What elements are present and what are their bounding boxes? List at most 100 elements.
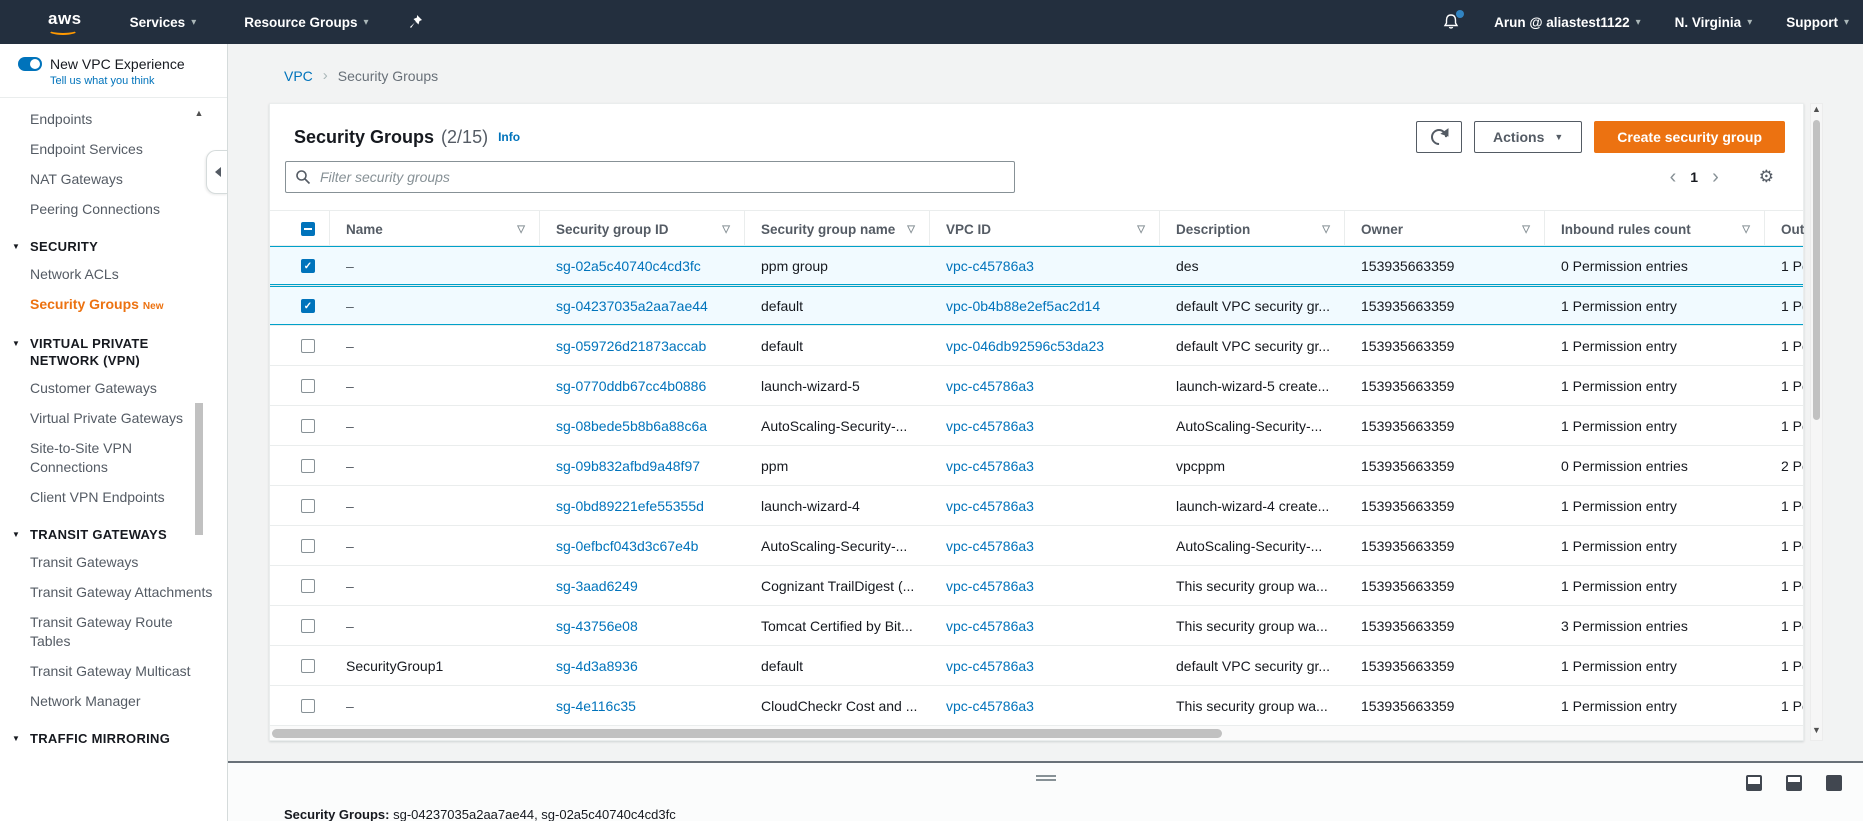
cell-vpc-id-link[interactable]: vpc-c45786a3 (930, 606, 1160, 646)
sidebar-section-traffic-mirroring[interactable]: ▼TRAFFIC MIRRORING (0, 716, 227, 751)
cell-description: This security group wa... (1160, 566, 1345, 606)
column-header-owner: Owner▽ (1345, 211, 1545, 247)
cell-outbound-rules-count: 2 Permission entries (1765, 446, 1803, 486)
cell-vpc-id-link[interactable]: vpc-c45786a3 (930, 366, 1160, 406)
cell-security-group-id-link[interactable]: sg-059726d21873accab (540, 326, 745, 366)
services-menu[interactable]: Services ▾ (130, 15, 197, 30)
cell-security-group-id-link[interactable]: sg-3aad6249 (540, 566, 745, 606)
next-page-button[interactable]: › (1712, 167, 1719, 187)
previous-page-button[interactable]: ‹ (1670, 167, 1677, 187)
panel-size-medium-icon[interactable] (1786, 775, 1802, 791)
region-menu[interactable]: N. Virginia ▾ (1675, 15, 1753, 30)
cell-inbound-rules-count: 1 Permission entry (1545, 566, 1765, 606)
cell-security-group-id-link[interactable]: sg-0efbcf043d3c67e4b (540, 526, 745, 566)
cell-vpc-id-link[interactable]: vpc-c45786a3 (930, 406, 1160, 446)
cell-outbound-rules-count: 1 Permission entry (1765, 366, 1803, 406)
row-select-cell (270, 646, 330, 686)
sidebar-item-transit-gateway-route-tables[interactable]: Transit Gateway Route Tables (0, 607, 227, 656)
resource-groups-menu[interactable]: Resource Groups ▾ (244, 15, 368, 30)
sidebar-item-transit-gateway-attachments[interactable]: Transit Gateway Attachments (0, 577, 227, 607)
scroll-up-icon[interactable]: ▲ (193, 108, 205, 118)
refresh-button[interactable] (1416, 121, 1462, 153)
row-checkbox[interactable] (301, 659, 315, 673)
cell-security-group-id-link[interactable]: sg-4e116c35 (540, 686, 745, 724)
breadcrumb-vpc-link[interactable]: VPC (284, 68, 313, 84)
cell-vpc-id-link[interactable]: vpc-c45786a3 (930, 646, 1160, 686)
sort-icon[interactable]: ▽ (722, 224, 730, 235)
panel-size-large-icon[interactable] (1826, 775, 1842, 791)
search-icon (295, 169, 311, 185)
cell-vpc-id-link[interactable]: vpc-c45786a3 (930, 446, 1160, 486)
aws-logo[interactable]: aws (48, 9, 82, 35)
sort-icon[interactable]: ▽ (907, 224, 915, 235)
vertical-scroll-thumb[interactable] (1813, 120, 1820, 420)
cell-security-group-id-link[interactable]: sg-09b832afbd9a48f97 (540, 446, 745, 486)
cell-name: – (330, 526, 540, 566)
cell-vpc-id-link[interactable]: vpc-046db92596c53da23 (930, 326, 1160, 366)
cell-inbound-rules-count: 1 Permission entry (1545, 526, 1765, 566)
select-all-checkbox[interactable] (301, 222, 315, 236)
column-label: Outbound rules count (1781, 222, 1805, 237)
sort-icon[interactable]: ▽ (1742, 224, 1750, 235)
tell-us-link[interactable]: Tell us what you think (50, 75, 215, 87)
row-checkbox[interactable] (301, 459, 315, 473)
cell-security-group-id-link[interactable]: sg-02a5c40740c4cd3fc (540, 246, 745, 286)
cell-security-group-id-link[interactable]: sg-43756e08 (540, 606, 745, 646)
cell-security-group-id-link[interactable]: sg-04237035a2aa7ae44 (540, 286, 745, 326)
cell-outbound-rules-count: 1 Permission entry (1765, 326, 1803, 366)
sidebar-collapse-handle[interactable] (206, 150, 228, 194)
cell-security-group-id-link[interactable]: sg-08bede5b8b6a88c6a (540, 406, 745, 446)
actions-button[interactable]: Actions ▼ (1474, 121, 1582, 153)
scroll-up-icon[interactable]: ▲ (1811, 104, 1822, 118)
cell-security-group-id-link[interactable]: sg-4d3a8936 (540, 646, 745, 686)
pagination: ‹ 1 › ⚙ (1670, 167, 1774, 187)
row-checkbox[interactable] (301, 539, 315, 553)
cell-security-group-id-link[interactable]: sg-0770ddb67cc4b0886 (540, 366, 745, 406)
sidebar-scroll-thumb[interactable] (195, 403, 203, 535)
cell-name: – (330, 446, 540, 486)
sidebar-scrollbar[interactable]: ▲ (193, 108, 205, 535)
horizontal-scroll-thumb[interactable] (272, 729, 1222, 738)
row-select-cell (270, 406, 330, 446)
cell-vpc-id-link[interactable]: vpc-c45786a3 (930, 526, 1160, 566)
support-menu[interactable]: Support ▾ (1786, 15, 1849, 30)
row-checkbox[interactable] (301, 339, 315, 353)
panel-size-small-icon[interactable] (1746, 775, 1762, 791)
panel-header: Security Groups (2/15) Info Actions ▼ Cr… (294, 116, 1785, 158)
row-checkbox[interactable] (301, 259, 315, 273)
cell-owner: 153935663359 (1345, 606, 1545, 646)
row-checkbox[interactable] (301, 579, 315, 593)
notifications-bell[interactable] (1442, 13, 1460, 31)
cell-owner: 153935663359 (1345, 646, 1545, 686)
sidebar-item-transit-gateways[interactable]: Transit Gateways (0, 547, 227, 577)
cell-security-group-id-link[interactable]: sg-0bd89221efe55355d (540, 486, 745, 526)
sort-icon[interactable]: ▽ (1137, 224, 1145, 235)
info-link[interactable]: Info (498, 130, 520, 144)
sort-icon[interactable]: ▽ (1322, 224, 1330, 235)
create-security-group-button[interactable]: Create security group (1594, 121, 1785, 153)
cell-vpc-id-link[interactable]: vpc-c45786a3 (930, 246, 1160, 286)
cell-inbound-rules-count: 1 Permission entry (1545, 486, 1765, 526)
sort-icon[interactable]: ▽ (1522, 224, 1530, 235)
pin-shortcut-icon[interactable] (409, 14, 423, 30)
filter-security-groups-input[interactable] (285, 161, 1015, 193)
sidebar-item-transit-gateway-multicast[interactable]: Transit Gateway Multicast (0, 656, 227, 686)
sidebar-item-network-manager[interactable]: Network Manager (0, 686, 227, 716)
row-checkbox[interactable] (301, 419, 315, 433)
top-navigation-bar: aws Services ▾ Resource Groups ▾ (0, 0, 1863, 44)
new-vpc-experience-toggle[interactable] (18, 57, 42, 71)
split-panel-drag-handle[interactable] (1036, 773, 1056, 783)
row-checkbox[interactable] (301, 299, 315, 313)
scroll-down-icon[interactable]: ▼ (1811, 725, 1822, 739)
cell-vpc-id-link[interactable]: vpc-c45786a3 (930, 566, 1160, 606)
table-settings-gear-icon[interactable]: ⚙ (1759, 167, 1774, 187)
cell-vpc-id-link[interactable]: vpc-c45786a3 (930, 686, 1160, 724)
row-checkbox[interactable] (301, 499, 315, 513)
row-checkbox[interactable] (301, 619, 315, 633)
row-checkbox[interactable] (301, 379, 315, 393)
cell-vpc-id-link[interactable]: vpc-0b4b88e2ef5ac2d14 (930, 286, 1160, 326)
account-menu[interactable]: Arun @ aliastest1122 ▾ (1494, 15, 1641, 30)
row-checkbox[interactable] (301, 699, 315, 713)
sort-icon[interactable]: ▽ (517, 224, 525, 235)
cell-vpc-id-link[interactable]: vpc-c45786a3 (930, 486, 1160, 526)
